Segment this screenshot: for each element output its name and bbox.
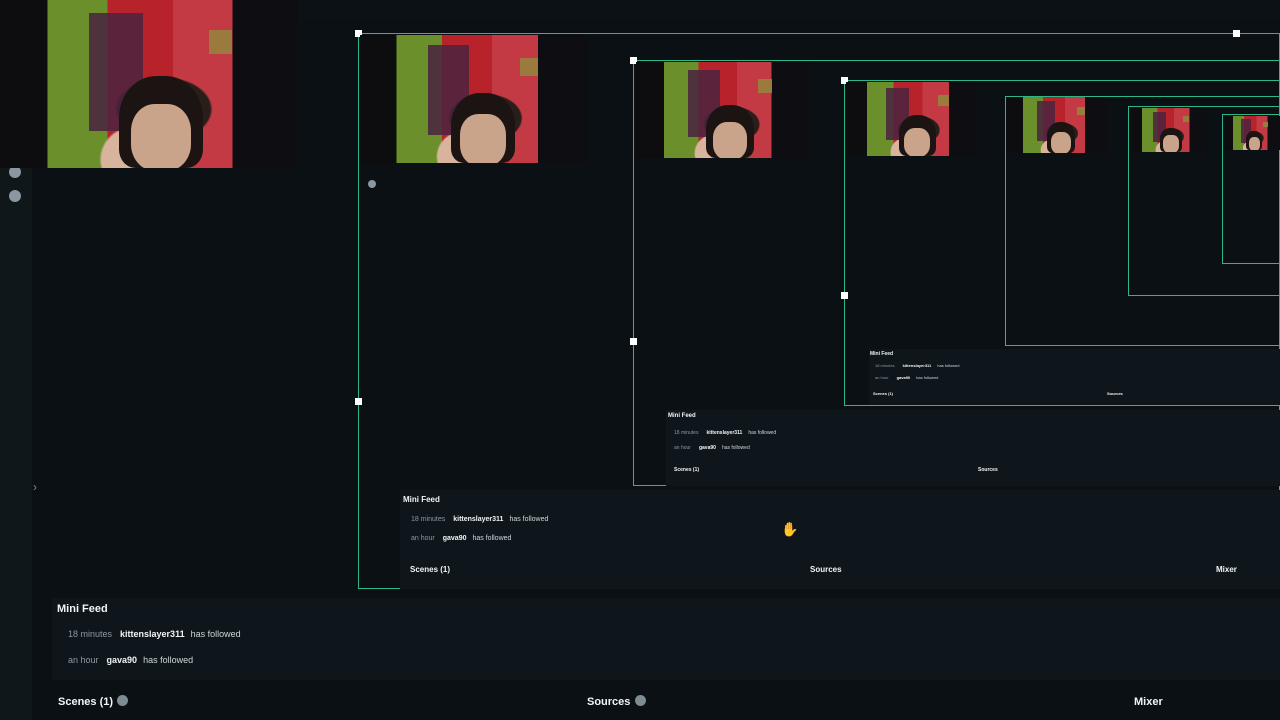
feed-item: an hour gava90 has followed xyxy=(875,375,939,380)
dock-header: Scenes (1) Sources Mixer xyxy=(52,688,1280,710)
sources-header: Sources xyxy=(978,467,998,473)
webcam-preview xyxy=(636,62,810,158)
mini-feed-title: Mini Feed xyxy=(870,351,894,357)
webcam-preview xyxy=(1007,97,1107,153)
feed-item: 18 minutes kittenslayer311 has followed xyxy=(411,516,549,523)
scenes-dock-title[interactable]: Scenes (1) xyxy=(58,692,129,710)
mixer-dock-title[interactable]: Mixer xyxy=(1134,692,1163,710)
feed-action: has followed xyxy=(190,629,241,639)
mini-feed-panel: Mini Feed 18 minutes kittenslayer311 has f… xyxy=(869,349,1280,405)
webcam-preview xyxy=(846,82,978,156)
feed-user[interactable]: gava90 xyxy=(107,655,138,665)
sources-label: Sources xyxy=(587,696,631,708)
scenes-header: Scenes (1) xyxy=(674,467,700,473)
feed-item: an hour gava90 has followed xyxy=(68,655,193,665)
feed-item: 18 minutes kittenslayer311 has followed xyxy=(875,363,960,368)
feed-item: an hour gava90 has followed xyxy=(411,535,512,542)
scenes-label: Scenes (1) xyxy=(58,696,114,708)
webcam-preview xyxy=(1224,116,1280,150)
rail-icon xyxy=(368,180,376,188)
mini-feed-title: Mini Feed xyxy=(57,603,108,615)
resize-handle[interactable] xyxy=(1233,30,1240,37)
feed-time: 18 minutes xyxy=(68,629,113,639)
add-scene-icon[interactable] xyxy=(117,695,129,707)
mini-feed-title: Mini Feed xyxy=(403,495,440,504)
sources-header: Sources xyxy=(810,565,842,574)
scenes-header: Scenes (1) xyxy=(873,391,894,396)
feed-user[interactable]: kittenslayer311 xyxy=(120,629,185,639)
feed-item: an hour gava90 has followed xyxy=(674,445,750,451)
sources-header: Sources xyxy=(1107,391,1123,396)
feed-action: has followed xyxy=(143,655,194,665)
mini-feed-panel: Mini Feed 18 minutes kittenslayer311 has f… xyxy=(666,410,1280,486)
scenes-header: Scenes (1) xyxy=(410,565,451,574)
resize-handle xyxy=(841,292,848,299)
webcam-preview xyxy=(1130,108,1206,152)
sources-dock-title[interactable]: Sources xyxy=(587,692,646,710)
feed-time: an hour xyxy=(68,655,99,665)
feed-item: 18 minutes kittenslayer311 has followed xyxy=(68,629,241,639)
feed-item: 18 minutes kittenslayer311 has followed xyxy=(674,430,777,436)
webcam-preview xyxy=(0,0,298,168)
mini-feed-panel: Mini Feed 18 minutes kittenslayer311 has f… xyxy=(52,598,1280,680)
mixer-header: Mixer xyxy=(1216,565,1237,574)
hand-cursor-icon: ✋ xyxy=(781,521,799,537)
sidebar-toggle-icon[interactable]: › xyxy=(33,480,47,496)
rail-icon[interactable] xyxy=(9,190,21,202)
add-source-icon[interactable] xyxy=(634,695,646,707)
mini-feed-panel: Mini Feed 18 minutes kittenslayer311 has f… xyxy=(400,490,1280,589)
resize-handle[interactable] xyxy=(355,398,362,405)
resize-handle xyxy=(630,338,637,345)
mini-feed-title: Mini Feed xyxy=(668,413,696,419)
webcam-preview xyxy=(360,35,588,163)
mixer-label: Mixer xyxy=(1134,696,1163,708)
